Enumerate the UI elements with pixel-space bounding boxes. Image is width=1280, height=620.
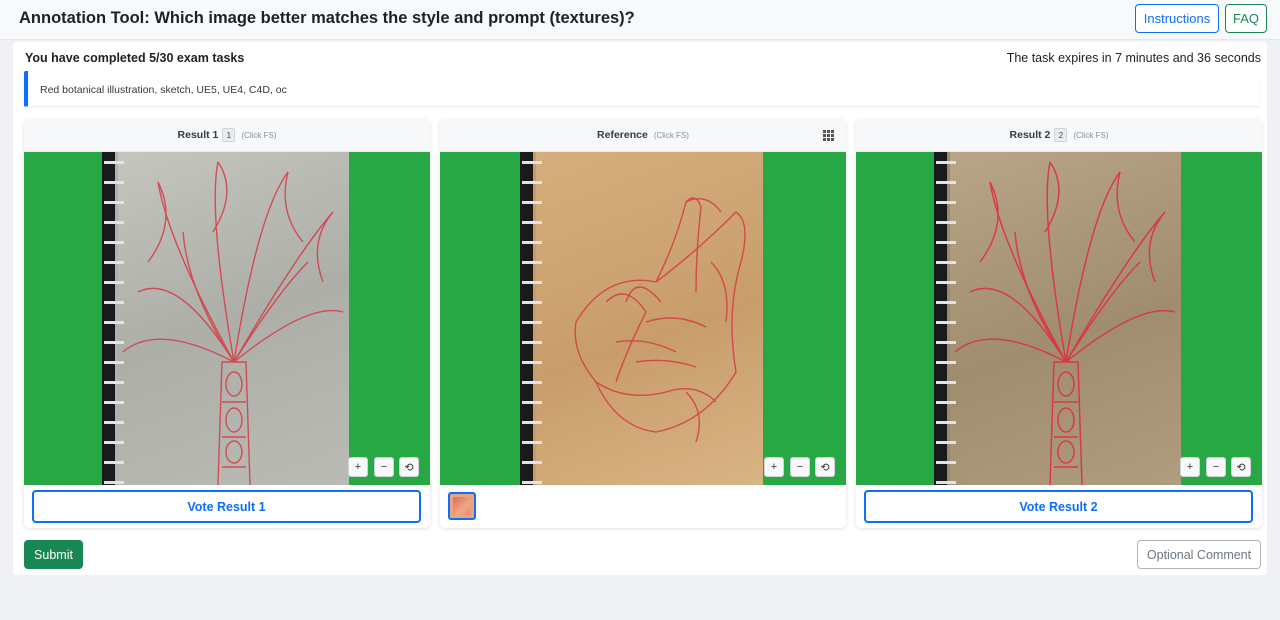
plus-icon: + — [354, 461, 362, 473]
result-1-header[interactable]: Result 1 1 (Click FS) — [24, 119, 430, 152]
zoom-in-button[interactable]: + — [764, 457, 784, 477]
click-fs-hint: (Click FS) — [1073, 130, 1109, 140]
zoom-out-button[interactable]: − — [1206, 457, 1226, 477]
plus-icon: + — [1186, 461, 1194, 473]
completion-status: You have completed 5/30 exam tasks — [25, 51, 245, 65]
notebook-page — [118, 152, 349, 485]
result-1-panel: Result 1 1 (Click FS) + − ⟲ Vote Result … — [24, 119, 430, 528]
notebook-photo — [934, 152, 1181, 485]
prompt-text: Red botanical illustration, sketch, UE5,… — [40, 84, 287, 96]
result-1-image[interactable] — [24, 152, 430, 485]
optional-comment-button[interactable]: Optional Comment — [1137, 540, 1261, 569]
notebook-photo — [102, 152, 349, 485]
result-1-badge: 1 — [222, 128, 236, 142]
spiral-rings — [104, 152, 124, 485]
reset-zoom-button[interactable]: ⟲ — [815, 457, 835, 477]
result-1-title: Result 1 — [177, 129, 219, 141]
zoom-in-button[interactable]: + — [1180, 457, 1200, 477]
expiry-timer: The task expires in 7 minutes and 36 sec… — [1006, 51, 1261, 65]
reference-header[interactable]: Reference (Click FS) — [440, 119, 846, 152]
reference-title: Reference — [597, 129, 648, 141]
result-2-header[interactable]: Result 2 2 (Click FS) — [856, 119, 1262, 152]
reset-zoom-button[interactable]: ⟲ — [399, 457, 419, 477]
vote-result-2-button[interactable]: Vote Result 2 — [864, 490, 1253, 523]
spiral-rings — [936, 152, 956, 485]
submit-button[interactable]: Submit — [24, 540, 83, 569]
zoom-out-button[interactable]: − — [790, 457, 810, 477]
task-card: You have completed 5/30 exam tasks The t… — [13, 42, 1267, 575]
reset-zoom-button[interactable]: ⟲ — [1231, 457, 1251, 477]
result-2-panel: Result 2 2 (Click FS) + − ⟲ Vote Result … — [856, 119, 1262, 528]
instructions-button[interactable]: Instructions — [1135, 4, 1219, 33]
vote-result-1-button[interactable]: Vote Result 1 — [32, 490, 421, 523]
zoom-in-button[interactable]: + — [348, 457, 368, 477]
reference-image[interactable] — [440, 152, 846, 485]
top-bar: Annotation Tool: Which image better matc… — [0, 0, 1280, 40]
result-2-title: Result 2 — [1009, 129, 1051, 141]
palm-sketch — [954, 161, 1176, 485]
hands-sketch — [574, 197, 746, 443]
prompt-box: Red botanical illustration, sketch, UE5,… — [24, 71, 1260, 107]
notebook-photo — [520, 152, 763, 485]
palm-sketch — [122, 161, 344, 485]
reference-thumbnail[interactable] — [448, 492, 476, 520]
click-fs-hint: (Click FS) — [653, 130, 689, 140]
minus-icon: − — [380, 461, 388, 473]
reset-icon: ⟲ — [820, 461, 830, 474]
minus-icon: − — [796, 461, 804, 473]
reset-icon: ⟲ — [404, 461, 414, 474]
notebook-page — [536, 152, 763, 485]
grid-icon[interactable] — [823, 130, 834, 141]
reference-panel: Reference (Click FS) + − ⟲ — [440, 119, 846, 528]
minus-icon: − — [1212, 461, 1220, 473]
click-fs-hint: (Click FS) — [241, 130, 277, 140]
faq-button[interactable]: FAQ — [1225, 4, 1267, 33]
notebook-page — [950, 152, 1181, 485]
spiral-rings — [522, 152, 542, 485]
page-title: Annotation Tool: Which image better matc… — [19, 9, 635, 27]
plus-icon: + — [770, 461, 778, 473]
reset-icon: ⟲ — [1236, 461, 1246, 474]
result-2-image[interactable] — [856, 152, 1262, 485]
zoom-out-button[interactable]: − — [374, 457, 394, 477]
result-2-badge: 2 — [1054, 128, 1068, 142]
